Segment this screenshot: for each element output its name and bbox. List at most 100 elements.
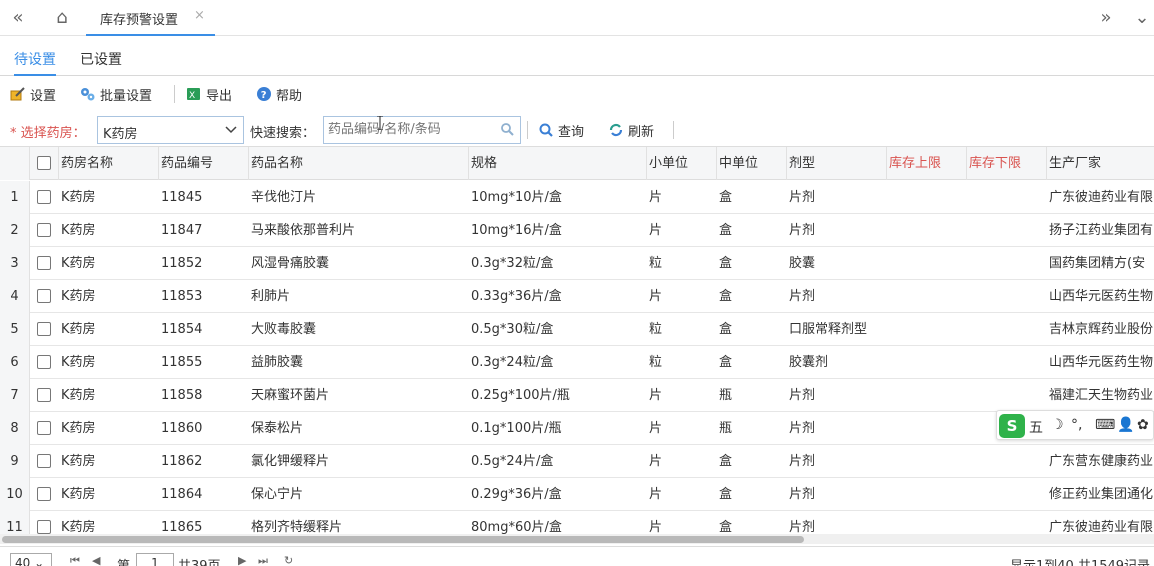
refresh-button[interactable]: 刷新 — [608, 120, 654, 140]
more-icon[interactable]: ✿ — [1137, 417, 1149, 433]
search-icon[interactable] — [500, 122, 514, 139]
row-checkbox[interactable] — [37, 289, 51, 303]
col-stock-upper[interactable]: 库存上限 — [886, 147, 966, 180]
close-icon[interactable]: × — [194, 8, 205, 23]
col-spec[interactable]: 规格 — [468, 147, 646, 180]
toolbar-divider — [174, 85, 175, 103]
col-pharmacy[interactable]: 药房名称 — [58, 147, 158, 180]
tab-stock-warning-settings[interactable]: 库存预警设置 × — [86, 0, 215, 36]
table-row[interactable]: 8 K药房 11860 保泰松片 0.1g*100片/瓶 片 瓶 片剂 — [0, 412, 1154, 445]
table-row[interactable]: 2 K药房 11847 马来酸依那普利片 10mg*16片/盒 片 盒 片剂 扬子江药业集团有 — [0, 214, 1154, 247]
filter-divider — [527, 121, 528, 139]
col-mid-unit[interactable]: 中单位 — [716, 147, 786, 180]
cell-manufacturer: 山西华元医药生物 — [1049, 289, 1154, 304]
batch-settings-button[interactable]: 批量设置 — [80, 84, 152, 104]
row-checkbox[interactable] — [37, 190, 51, 204]
ime-toolbar[interactable]: S 五 ☽ °, ⌨ 👤 ✿ — [996, 410, 1154, 440]
user-icon[interactable]: 👤 — [1117, 417, 1134, 433]
col-name[interactable]: 药品名称 — [248, 147, 468, 180]
sub-tabs: 待设置 已设置 — [0, 42, 1154, 76]
row-checkbox[interactable] — [37, 421, 51, 435]
row-checkbox[interactable] — [37, 322, 51, 336]
punctuation-icon[interactable]: °, — [1071, 417, 1082, 433]
cell-name: 天麻蜜环菌片 — [251, 388, 330, 403]
reload-icon[interactable]: ↻ — [284, 554, 293, 566]
pharmacy-select[interactable]: K药房 — [97, 116, 244, 144]
col-manufacturer[interactable]: 生产厂家 — [1046, 147, 1154, 180]
col-dosage-form[interactable]: 剂型 — [786, 147, 886, 180]
col-code[interactable]: 药品编号 — [158, 147, 248, 180]
ime-logo-icon[interactable]: S — [999, 414, 1025, 438]
cell-stock-lower — [969, 379, 1046, 412]
col-small-unit[interactable]: 小单位 — [646, 147, 716, 180]
select-all-checkbox[interactable] — [37, 156, 51, 170]
chevron-down-icon[interactable]: ⌄ — [1130, 6, 1154, 30]
cell-name: 利肺片 — [251, 289, 291, 304]
horizontal-scrollbar[interactable] — [0, 534, 1154, 544]
settings-button[interactable]: 设置 — [10, 84, 56, 104]
next-page-icon[interactable]: ▶ — [238, 554, 246, 566]
table-row[interactable]: 6 K药房 11855 益肺胶囊 0.3g*24粒/盒 粒 盒 胶囊剂 山西华元医药生物 — [0, 346, 1154, 379]
scroll-tabs-right-icon[interactable]: » — [1094, 6, 1118, 30]
table-header: 药房名称 药品编号 药品名称 规格 小单位 中单位 剂型 库存上限 库存下限 生… — [0, 147, 1154, 180]
cell-stock-upper — [889, 478, 966, 511]
query-button[interactable]: 查询 — [538, 120, 584, 140]
table-row[interactable]: 1 K药房 11845 辛伐他汀片 10mg*10片/盒 片 盒 片剂 广东彼迪药业有限 — [0, 181, 1154, 214]
cell-mid-unit: 盒 — [719, 487, 733, 502]
page-size-select[interactable]: 40 ⌄ — [10, 553, 52, 566]
cell-mid-unit: 盒 — [719, 190, 733, 205]
row-checkbox[interactable] — [37, 256, 51, 270]
row-checkbox[interactable] — [37, 454, 51, 468]
moon-icon[interactable]: ☽ — [1051, 417, 1064, 433]
table-row[interactable]: 5 K药房 11854 大败毒胶囊 0.5g*30粒/盒 粒 盒 口服常释剂型 吉林京辉药业股份 — [0, 313, 1154, 346]
cell-mid-unit: 盒 — [719, 322, 733, 337]
cell-stock-upper — [889, 214, 966, 247]
cell-mid-unit: 盒 — [719, 223, 733, 238]
row-checkbox[interactable] — [37, 355, 51, 369]
table-row[interactable]: 10 K药房 11864 保心宁片 0.29g*36片/盒 片 盒 片剂 修正药业集团通化 — [0, 478, 1154, 511]
last-page-icon[interactable]: ⏭ — [258, 554, 268, 566]
keyboard-icon[interactable]: ⌨ — [1095, 417, 1115, 433]
cell-stock-upper — [889, 412, 966, 445]
row-number: 4 — [0, 280, 30, 313]
row-checkbox[interactable] — [37, 520, 51, 534]
prev-page-icon[interactable]: ◀ — [92, 554, 100, 566]
export-label: 导出 — [206, 88, 233, 104]
ime-mode-toggle[interactable]: 五 — [1029, 417, 1043, 437]
cell-manufacturer: 国药集团精方(安 — [1049, 256, 1146, 271]
row-number: 7 — [0, 379, 30, 412]
first-page-icon[interactable]: ⏮ — [70, 554, 80, 566]
row-select-cell — [30, 214, 58, 247]
help-icon: ? — [256, 86, 272, 102]
svg-text:X: X — [189, 91, 195, 101]
cell-manufacturer: 扬子江药业集团有 — [1049, 223, 1154, 238]
help-button[interactable]: ? 帮助 — [256, 84, 302, 104]
scroll-tabs-left-icon[interactable]: « — [6, 6, 30, 30]
tab-configured[interactable]: 已设置 — [80, 49, 122, 76]
text-cursor-icon — [377, 115, 383, 131]
table-row[interactable]: 7 K药房 11858 天麻蜜环菌片 0.25g*100片/瓶 片 瓶 片剂 福建汇天生物药业 — [0, 379, 1154, 412]
scrollbar-thumb[interactable] — [2, 536, 804, 543]
table-row[interactable]: 4 K药房 11853 利肺片 0.33g*36片/盒 片 盒 片剂 山西华元医药生物 — [0, 280, 1154, 313]
export-button[interactable]: X 导出 — [186, 84, 232, 104]
cell-name: 辛伐他汀片 — [251, 190, 317, 205]
home-icon[interactable]: ⌂ — [50, 6, 74, 30]
gears-icon — [80, 86, 96, 102]
row-checkbox[interactable] — [37, 487, 51, 501]
cell-manufacturer: 福建汇天生物药业 — [1049, 388, 1154, 403]
cell-code: 11855 — [161, 355, 203, 370]
row-checkbox[interactable] — [37, 388, 51, 402]
cell-code: 11847 — [161, 223, 203, 238]
select-all-cell — [30, 147, 58, 180]
table-row[interactable]: 9 K药房 11862 氯化钾缓释片 0.5g*24片/盒 片 盒 片剂 广东营东健康药业 — [0, 445, 1154, 478]
search-input[interactable] — [328, 122, 496, 137]
col-stock-lower[interactable]: 库存下限 — [966, 147, 1046, 180]
toolbar: 设置 批量设置 X 导出 ? 帮助 — [0, 80, 1154, 108]
tab-title: 库存预警设置 — [100, 13, 179, 28]
table-row[interactable]: 3 K药房 11852 风湿骨痛胶囊 0.3g*32粒/盒 粒 盒 胶囊 国药集团精方(安 — [0, 247, 1154, 280]
tab-pending[interactable]: 待设置 — [14, 49, 56, 76]
cell-small-unit: 片 — [649, 454, 663, 469]
row-checkbox[interactable] — [37, 223, 51, 237]
excel-export-icon: X — [186, 86, 202, 102]
page-number-input[interactable]: 1 — [136, 553, 174, 566]
